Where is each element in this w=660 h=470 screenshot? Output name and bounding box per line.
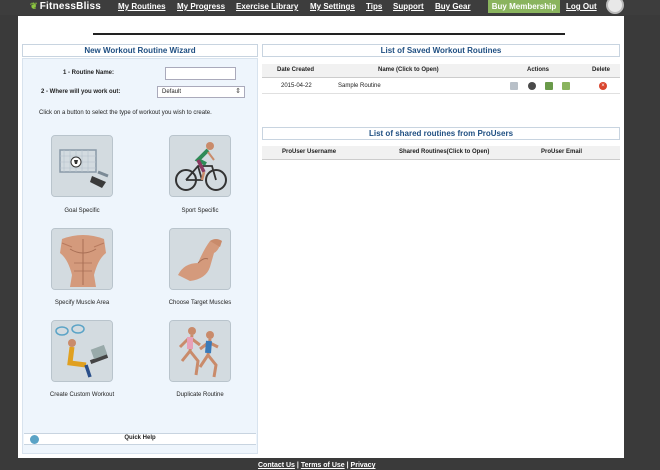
edit-icon[interactable] <box>528 82 536 90</box>
col-prouser-username: ProUser Username <box>282 149 337 155</box>
row-date: 2015-04-22 <box>281 83 312 89</box>
specify-muscle-area-button[interactable] <box>51 228 113 290</box>
table-row: 2015-04-22 Sample Routine × <box>262 79 620 94</box>
quick-help-label: Quick Help <box>124 435 156 441</box>
goal-specific-label: Goal Specific <box>64 208 100 214</box>
shared-routines-header: ProUser Username Shared Routines(Click t… <box>262 146 620 160</box>
delete-icon[interactable]: × <box>599 82 607 90</box>
col-name: Name (Click to Open) <box>378 67 439 73</box>
buy-membership-button[interactable]: Buy Membership <box>488 0 560 13</box>
view-icon[interactable] <box>510 82 518 90</box>
footer-privacy-link[interactable]: Privacy <box>351 462 376 469</box>
footer-separator: | <box>296 462 299 469</box>
footer: Contact Us | Terms of Use | Privacy <box>258 462 375 469</box>
shared-routines-title: List of shared routines from ProUsers <box>262 127 620 140</box>
nav-my-progress[interactable]: My Progress <box>177 2 225 11</box>
routine-name-input[interactable] <box>165 67 236 80</box>
col-date-created: Date Created <box>277 67 315 73</box>
col-prouser-email: ProUser Email <box>541 149 583 155</box>
location-label: 2 - Where will you work out: <box>41 89 121 95</box>
nav-tips[interactable]: Tips <box>366 2 382 11</box>
sport-specific-label: Sport Specific <box>181 208 219 214</box>
copy-icon[interactable] <box>545 82 553 90</box>
updown-arrows-icon: ⇕ <box>235 88 241 95</box>
col-actions: Actions <box>527 67 550 73</box>
custom-workout-icon <box>52 321 112 381</box>
row-routine-name[interactable]: Sample Routine <box>338 83 381 89</box>
logo-text: FitnessBliss <box>39 1 102 12</box>
col-delete: Delete <box>592 67 611 73</box>
share-icon[interactable] <box>562 82 570 90</box>
site-logo[interactable]: ❦ FitnessBliss <box>30 1 101 12</box>
sport-specific-button[interactable] <box>169 135 231 197</box>
location-select[interactable]: Default ⇕ <box>157 86 245 98</box>
soccer-goal-icon <box>52 136 112 196</box>
nav-my-settings[interactable]: My Settings <box>310 2 355 11</box>
choose-target-muscles-button[interactable] <box>169 228 231 290</box>
workout-wizard: 1 - Routine Name: 2 - Where will you wor… <box>22 58 258 454</box>
header-divider <box>93 33 565 35</box>
cyclist-icon <box>170 136 230 196</box>
duplicate-routine-button[interactable] <box>169 320 231 382</box>
footer-terms-link[interactable]: Terms of Use <box>301 462 345 469</box>
nav-support[interactable]: Support <box>393 2 424 11</box>
logout-link[interactable]: Log Out <box>566 2 597 11</box>
col-shared-routines: Shared Routines(Click to Open) <box>399 149 490 155</box>
torso-muscles-icon <box>52 229 112 289</box>
create-custom-workout-label: Create Custom Workout <box>49 392 115 398</box>
main-panel: New Workout Routine Wizard 1 - Routine N… <box>18 16 624 458</box>
choose-target-muscles-label: Choose Target Muscles <box>168 300 232 306</box>
nav-my-routines[interactable]: My Routines <box>118 2 166 11</box>
goal-specific-button[interactable] <box>51 135 113 197</box>
saved-routines-header: Date Created Name (Click to Open) Action… <box>262 64 620 78</box>
nav-buy-gear[interactable]: Buy Gear <box>435 2 471 11</box>
leaf-icon: ❦ <box>30 1 38 11</box>
specify-muscle-area-label: Specify Muscle Area <box>54 300 110 306</box>
location-select-value: Default <box>162 89 182 95</box>
saved-routines-title: List of Saved Workout Routines <box>262 44 620 57</box>
flexed-arm-icon <box>170 229 230 289</box>
duplicate-routine-label: Duplicate Routine <box>176 392 224 398</box>
runners-icon <box>170 321 230 381</box>
footer-separator: | <box>346 462 349 469</box>
nav-exercise-library[interactable]: Exercise Library <box>236 2 298 11</box>
quick-help-bar[interactable]: Quick Help <box>24 433 256 445</box>
top-navigation: ❦ FitnessBliss My Routines My Progress Ex… <box>0 0 660 15</box>
create-custom-workout-button[interactable] <box>51 320 113 382</box>
wizard-instructions: Click on a button to select the type of … <box>39 110 212 116</box>
wizard-title: New Workout Routine Wizard <box>22 44 258 57</box>
avatar[interactable] <box>606 0 624 14</box>
routine-name-label: 1 - Routine Name: <box>63 70 115 76</box>
footer-contact-link[interactable]: Contact Us <box>258 462 295 469</box>
